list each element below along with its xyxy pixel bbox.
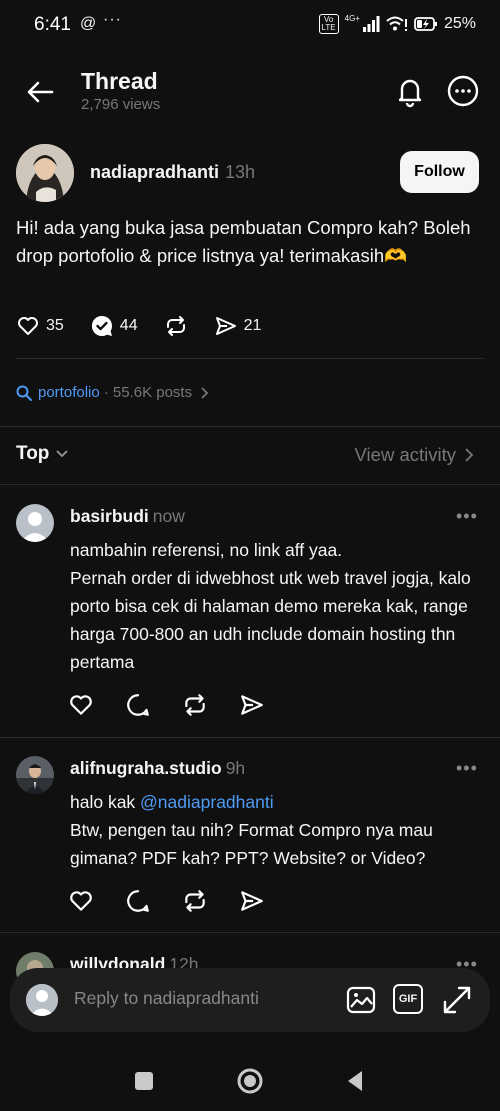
comment-icon[interactable] bbox=[125, 692, 151, 718]
heart-icon bbox=[18, 317, 38, 335]
my-avatar bbox=[26, 984, 58, 1016]
home-icon[interactable] bbox=[235, 1066, 265, 1096]
wifi-icon bbox=[386, 16, 407, 31]
topic-post-count: · 55.6K posts bbox=[103, 384, 193, 401]
repost-button[interactable] bbox=[164, 314, 188, 338]
reply-more-button[interactable]: ••• bbox=[456, 758, 478, 779]
chevron-right-icon bbox=[465, 448, 474, 462]
send-icon[interactable] bbox=[239, 888, 265, 914]
gif-button[interactable]: GIF bbox=[393, 984, 423, 1014]
follow-button[interactable]: Follow bbox=[400, 151, 479, 193]
reply-count: 44 bbox=[119, 317, 138, 334]
reply-divider bbox=[0, 932, 500, 933]
volte-icon: Vo LTE bbox=[318, 14, 339, 34]
comment-icon[interactable] bbox=[125, 888, 151, 914]
system-nav-bar bbox=[0, 1050, 500, 1111]
share-count: 21 bbox=[243, 317, 262, 334]
topic-tag[interactable]: portofolio · 55.6K posts bbox=[16, 384, 210, 401]
like-button[interactable]: 35 bbox=[16, 314, 64, 338]
like-count: 35 bbox=[46, 317, 64, 334]
battery-charging-icon bbox=[414, 17, 437, 31]
image-icon[interactable] bbox=[345, 984, 377, 1016]
status-icons: Vo LTE 4G+ 25% bbox=[318, 13, 476, 34]
chevron-right-icon bbox=[201, 386, 209, 399]
reply-text: nambahin referensi, no link aff yaa. Per… bbox=[70, 540, 471, 672]
view-activity-link[interactable]: View activity bbox=[355, 444, 474, 466]
share-button[interactable]: 21 bbox=[214, 314, 262, 338]
reply-text: halo kak @nadiapradhanti Btw, pengen tau… bbox=[70, 792, 433, 868]
reply-divider bbox=[0, 737, 500, 738]
repost-icon bbox=[166, 316, 185, 336]
send-icon[interactable] bbox=[239, 692, 265, 718]
mention-link[interactable]: @nadiapradhanti bbox=[140, 792, 274, 812]
more-notifications-icon: ··· bbox=[103, 11, 122, 28]
recent-apps-icon[interactable] bbox=[129, 1066, 159, 1096]
reply-button[interactable]: 44 bbox=[90, 314, 138, 338]
topic-name: portofolio bbox=[38, 384, 100, 401]
threads-notification-icon: @ bbox=[80, 15, 97, 32]
view-activity-label: View activity bbox=[354, 444, 456, 465]
send-icon bbox=[215, 317, 236, 335]
heart-icon[interactable] bbox=[68, 888, 94, 914]
notification-bell-icon[interactable] bbox=[393, 74, 427, 108]
heart-icon[interactable] bbox=[68, 692, 94, 718]
author-avatar[interactable] bbox=[16, 144, 74, 202]
author-username[interactable]: nadiapradhanti 13h bbox=[90, 162, 255, 183]
post-time: 13h bbox=[225, 162, 256, 182]
thread-header: Thread 2,796 views bbox=[0, 60, 500, 124]
reply-time: now bbox=[152, 506, 185, 526]
back-nav-icon[interactable] bbox=[340, 1066, 370, 1096]
page-title: Thread bbox=[81, 68, 158, 94]
reply-time: 9h bbox=[225, 758, 246, 778]
reply-more-button[interactable]: ••• bbox=[456, 506, 478, 527]
signal-icon bbox=[362, 16, 380, 32]
repost-icon[interactable] bbox=[182, 692, 208, 718]
reply-avatar[interactable] bbox=[16, 504, 54, 542]
repost-icon[interactable] bbox=[182, 888, 208, 914]
reply-composer: GIF bbox=[10, 968, 490, 1032]
status-time: 6:41 bbox=[34, 14, 71, 35]
back-arrow-icon[interactable] bbox=[24, 76, 56, 108]
reply-checked-icon bbox=[91, 315, 112, 336]
expand-icon[interactable] bbox=[441, 984, 473, 1016]
sort-dropdown[interactable]: Top bbox=[16, 443, 69, 465]
chevron-down-icon bbox=[56, 450, 69, 458]
reply-avatar[interactable] bbox=[16, 756, 54, 794]
post-text: Hi! ada yang buka jasa pembuatan Compro … bbox=[16, 217, 471, 266]
reply-input[interactable] bbox=[74, 988, 334, 1009]
post-divider bbox=[16, 358, 484, 359]
post-actions: 35 44 21 bbox=[16, 314, 287, 338]
search-icon bbox=[16, 385, 32, 401]
status-bar: 6:41 @ ··· Vo LTE 4G+ 25% bbox=[0, 0, 500, 52]
sort-label: Top bbox=[16, 443, 50, 464]
section-divider bbox=[0, 426, 500, 427]
battery-level: 25% bbox=[443, 15, 476, 32]
reply-username[interactable]: basirbudi now bbox=[70, 506, 185, 527]
reply-actions bbox=[68, 692, 265, 718]
reply-username[interactable]: alifnugraha.studio 9h bbox=[70, 758, 245, 779]
view-count: 2,796 views bbox=[81, 96, 161, 113]
section-divider bbox=[0, 484, 500, 485]
more-options-icon[interactable] bbox=[446, 74, 480, 108]
reply-actions bbox=[68, 888, 265, 914]
network-type: 4G+ bbox=[344, 13, 360, 23]
